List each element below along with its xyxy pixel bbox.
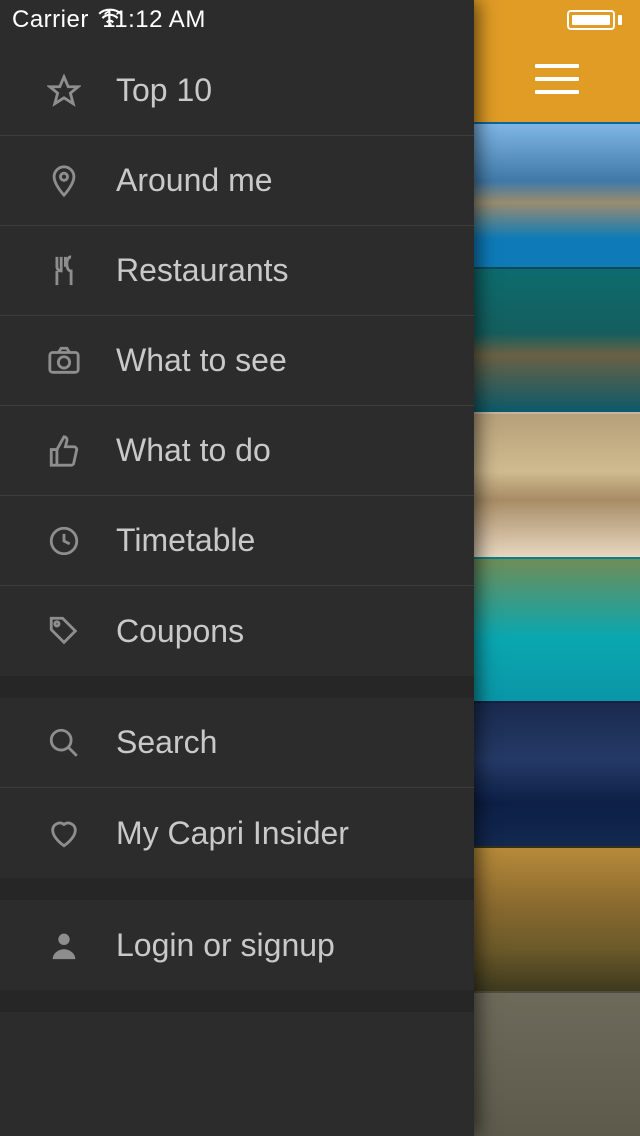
menu-item-label: My Capri Insider: [116, 815, 454, 852]
menu-item-what-to-do[interactable]: What to do: [0, 406, 474, 496]
menu-item-what-to-see[interactable]: What to see: [0, 316, 474, 406]
heart-icon: [44, 813, 84, 853]
content-behind-drawer: [474, 0, 640, 1136]
menu-item-label: Coupons: [116, 613, 454, 650]
clock-icon: [44, 521, 84, 561]
star-icon: [44, 71, 84, 111]
menu-divider: [0, 990, 474, 1012]
menu-item-label: Around me: [116, 162, 454, 199]
list-item[interactable]: [474, 991, 640, 1136]
menu-item-label: What to see: [116, 342, 454, 379]
menu-toggle-button[interactable]: [535, 64, 579, 94]
pin-icon: [44, 161, 84, 201]
camera-icon: [44, 341, 84, 381]
menu-item-around-me[interactable]: Around me: [0, 136, 474, 226]
user-icon: [44, 925, 84, 965]
menu-item-label: What to do: [116, 432, 454, 469]
menu-item-favorites[interactable]: My Capri Insider: [0, 788, 474, 878]
list-item[interactable]: [474, 846, 640, 991]
clock-label: 11:12 AM: [0, 6, 308, 34]
menu-item-label: Restaurants: [116, 252, 454, 289]
thumbsup-icon: [44, 431, 84, 471]
list-item[interactable]: [474, 412, 640, 557]
menu-item-label: Top 10: [116, 72, 454, 109]
list-item[interactable]: [474, 122, 640, 267]
list-item[interactable]: [474, 267, 640, 412]
navigation-drawer: Carrier 11:12 AM Top 10: [0, 0, 474, 1136]
list-item[interactable]: [474, 557, 640, 702]
search-icon: [44, 723, 84, 763]
menu-item-top10[interactable]: Top 10: [0, 46, 474, 136]
battery-icon: [567, 10, 622, 30]
menu-item-login[interactable]: Login or signup: [0, 900, 474, 990]
menu-divider: [0, 878, 474, 900]
menu-item-label: Login or signup: [116, 927, 454, 964]
menu-item-restaurants[interactable]: Restaurants: [0, 226, 474, 316]
drawer-menu: Top 10 Around me Restaurants What to see: [0, 46, 474, 1012]
status-bar: Carrier 11:12 AM: [0, 0, 474, 40]
menu-item-search[interactable]: Search: [0, 698, 474, 788]
menu-divider: [0, 676, 474, 698]
menu-item-label: Timetable: [116, 522, 454, 559]
tag-icon: [44, 611, 84, 651]
menu-item-label: Search: [116, 724, 454, 761]
menu-item-timetable[interactable]: Timetable: [0, 496, 474, 586]
list-item[interactable]: [474, 701, 640, 846]
fork-icon: [44, 251, 84, 291]
menu-item-coupons[interactable]: Coupons: [0, 586, 474, 676]
